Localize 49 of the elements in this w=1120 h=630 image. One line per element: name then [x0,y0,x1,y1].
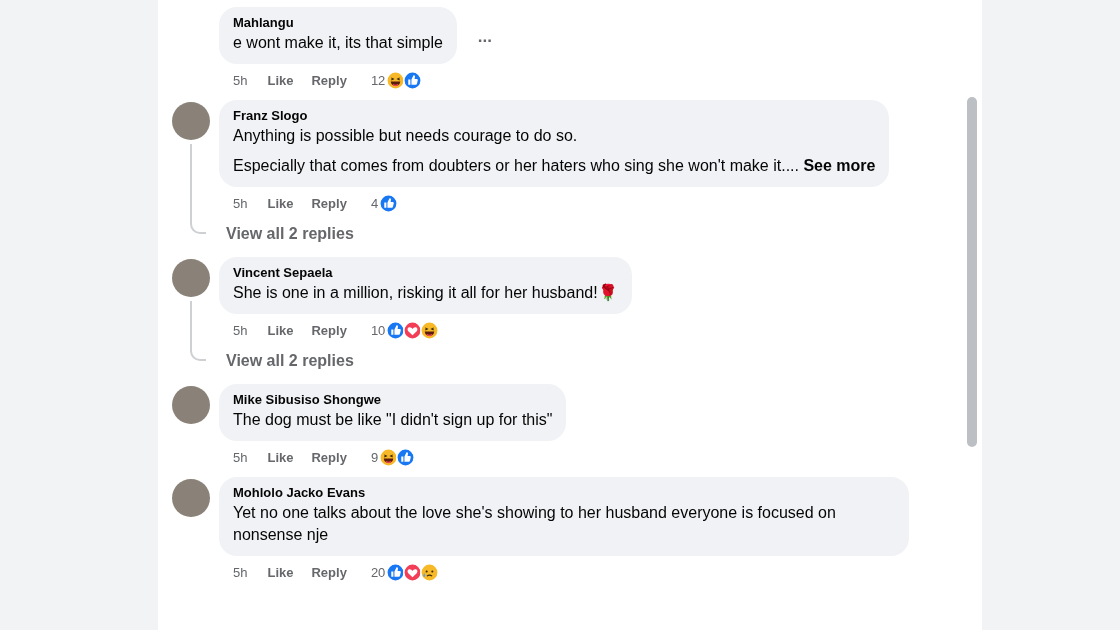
reaction-count[interactable]: 12 [370,72,386,88]
comment-text: e wont make it, its that simple [233,33,443,53]
thumbs-up-icon[interactable] [386,562,406,582]
comment-text: Especially that comes from doubters or her haters who sing she won't make it.... See more [233,156,876,176]
laughing-face-icon[interactable] [386,70,406,90]
reaction-count[interactable]: 9 [370,449,379,465]
timestamp[interactable]: 5h [233,449,248,465]
laughing-face-icon[interactable] [420,320,440,340]
timestamp[interactable]: 5h [233,322,248,338]
comment-text: She is one in a million, risking it all for her husband!🌹 [233,282,618,303]
avatar[interactable] [172,479,210,517]
view-replies-link[interactable]: View all 2 replies [226,225,982,243]
comment-text: The dog must be like "I didn't sign up for this" [233,410,553,430]
avatar[interactable] [172,259,210,297]
author-name[interactable]: Vincent Sepaela [233,265,618,280]
view-replies-link[interactable]: View all 2 replies [226,352,982,370]
comment-text: Yet no one talks about the love she's showing to her husband everyone is focused on nonsense nje [233,503,837,545]
avatar[interactable] [172,102,210,140]
thumbs-up-icon[interactable] [386,320,406,340]
reply-link[interactable]: Reply [311,322,347,338]
comment-text: Anything is possible but needs courage to do so. [233,126,579,146]
more-options-button[interactable]: ... [473,27,497,47]
reply-link[interactable]: Reply [311,449,347,465]
like-link[interactable]: Like [267,195,294,211]
like-link[interactable]: Like [267,72,294,88]
laughing-face-icon[interactable] [379,447,399,467]
timestamp[interactable]: 5h [233,72,248,88]
thumbs-up-icon[interactable] [379,193,399,213]
reply-link[interactable]: Reply [311,564,347,580]
reaction-count[interactable]: 20 [370,564,386,580]
timestamp[interactable]: 5h [233,195,248,211]
thumbs-up-icon[interactable] [396,447,416,467]
scrollbar-thumb[interactable] [967,97,977,447]
like-link[interactable]: Like [267,564,294,580]
crying-face-icon[interactable] [420,562,440,582]
author-name[interactable]: Mohlolo Jacko Evans [233,485,895,500]
author-name[interactable]: Franz Slogo [233,108,876,123]
avatar[interactable] [172,386,210,424]
author-name[interactable]: Mahlangu [233,15,443,30]
thread-line [190,301,206,361]
author-name[interactable]: Mike Sibusiso Shongwe [233,392,553,407]
like-link[interactable]: Like [267,449,294,465]
like-link[interactable]: Like [267,322,294,338]
reply-link[interactable]: Reply [311,72,347,88]
reaction-count[interactable]: 10 [370,322,386,338]
thumbs-up-icon[interactable] [403,70,423,90]
reaction-count[interactable]: 4 [370,195,379,211]
timestamp[interactable]: 5h [233,564,248,580]
reply-link[interactable]: Reply [311,195,347,211]
